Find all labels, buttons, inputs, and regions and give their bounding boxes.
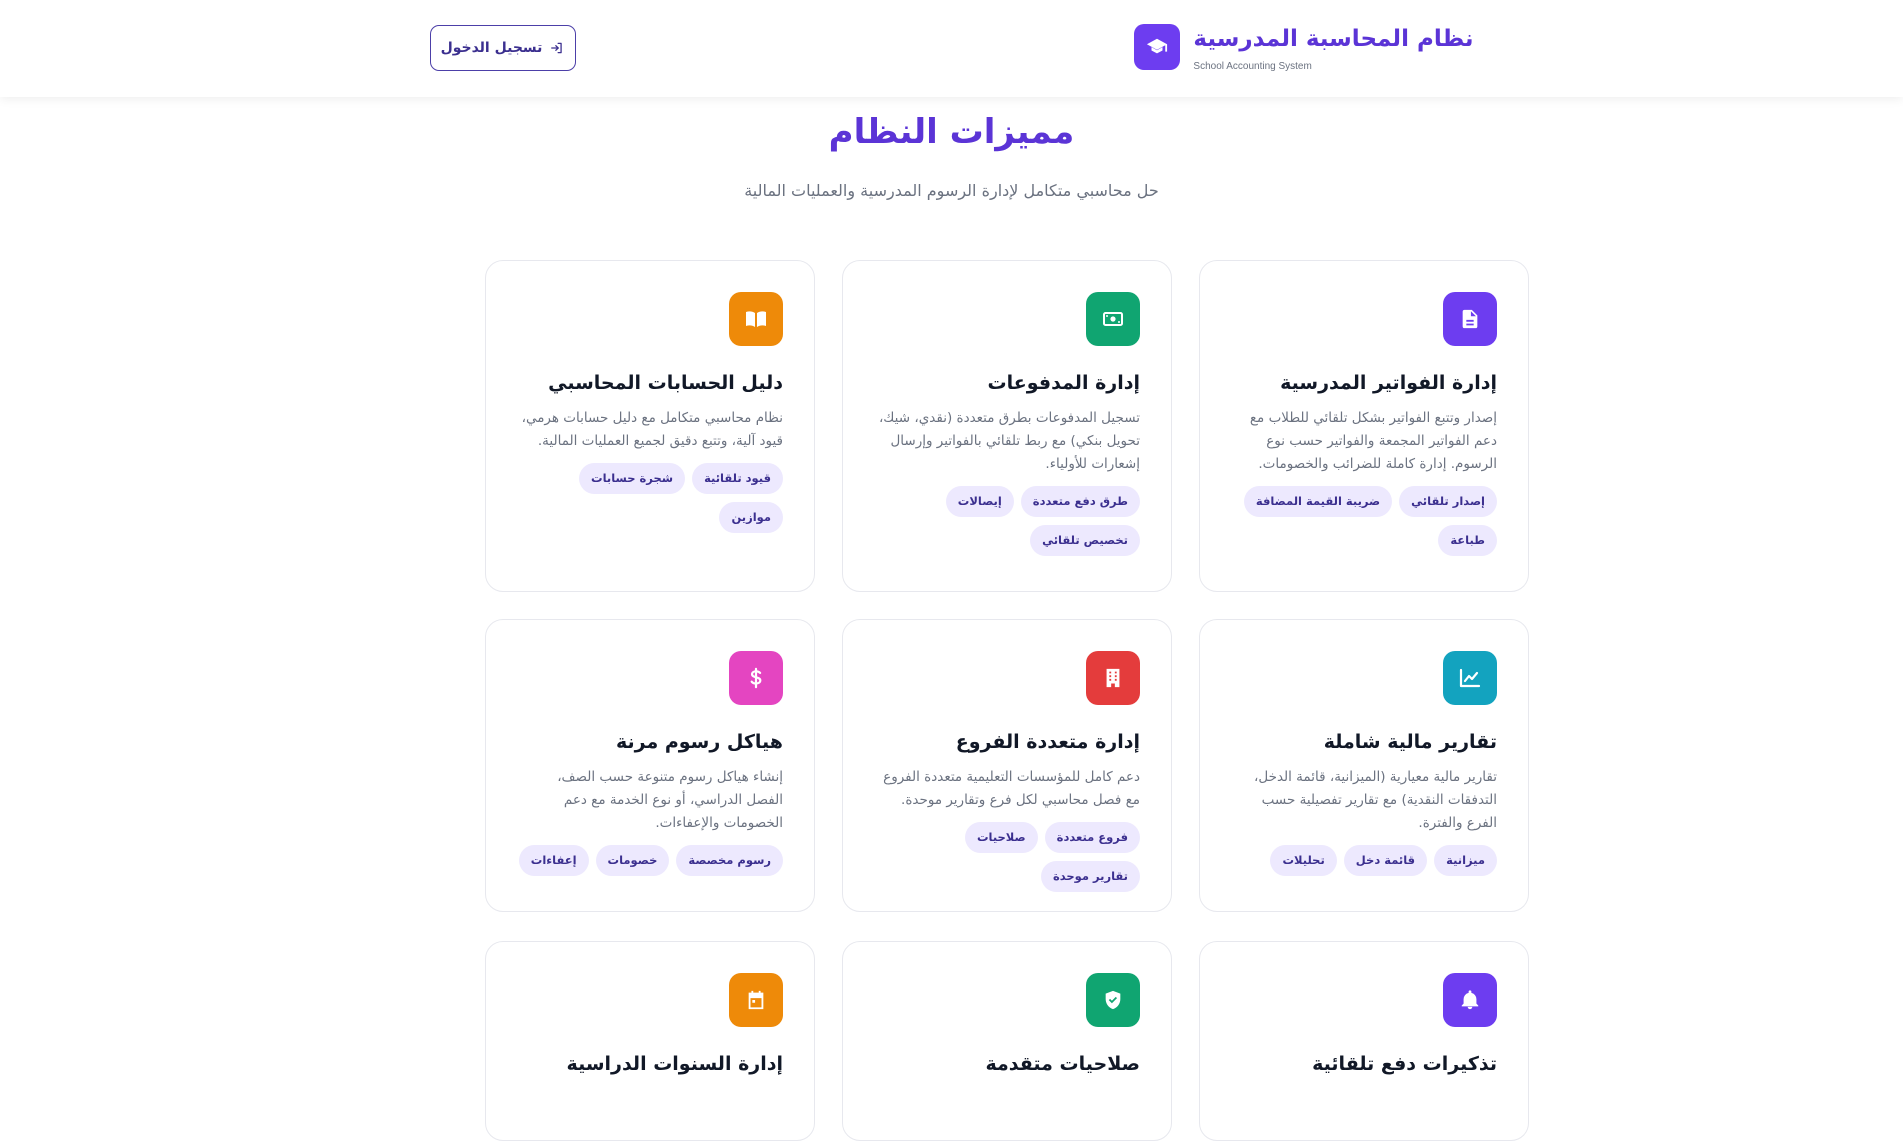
brand-text: نظام المحاسبة المدرسية School Accounting… [1193,24,1473,72]
brand[interactable]: نظام المحاسبة المدرسية School Accounting… [1134,24,1474,72]
card-title: إدارة الفواتير المدرسية [1280,372,1497,394]
brand-title: نظام المحاسبة المدرسية [1193,26,1474,52]
tag: قائمة دخل [1343,845,1428,876]
tag: طرق دفع متعددة [1020,486,1140,517]
tag: رسوم مخصصة [676,845,783,876]
tag: صلاحيات [964,822,1038,853]
tag: تحليلات [1270,845,1337,876]
feature-card-financial-reports: تقارير مالية شاملة تقارير مالية معيارية … [1199,619,1529,912]
feature-card-permissions: صلاحيات متقدمة [842,941,1172,1141]
card-title: تذكيرات دفع تلقائية [1312,1053,1497,1075]
tag-list: إصدار تلقائي ضريبة القيمة المضافة طباعة [1231,486,1497,556]
card-description: تقارير مالية معيارية (الميزانية، قائمة ا… [1254,769,1497,831]
tag: فروع متعددة [1044,822,1140,853]
card-title: صلاحيات متقدمة [985,1053,1140,1075]
feature-card-invoices: إدارة الفواتير المدرسية إصدار وتتبع الفو… [1199,260,1529,592]
tag: إعفاءات [518,845,589,876]
login-icon [550,41,564,55]
document-icon [1443,292,1497,346]
tag-list: ميزانية قائمة دخل تحليلات [1231,845,1497,876]
tag: ميزانية [1434,845,1497,876]
tag: تخصيص تلقائي [1030,525,1140,556]
card-title: إدارة متعددة الفروع [955,731,1140,753]
tag: موازين [719,502,783,533]
card-title: إدارة السنوات الدراسية [566,1053,783,1075]
tag: تقارير موحدة [1040,861,1140,892]
feature-card-fee-structures: هياكل رسوم مرنة إنشاء هياكل رسوم متنوعة … [485,619,815,912]
feature-card-payments: إدارة المدفوعات تسجيل المدفوعات بطرق متع… [842,260,1172,592]
card-title: إدارة المدفوعات [987,372,1140,394]
card-description: نظام محاسبي متكامل مع دليل حسابات هرمي، … [521,410,783,449]
brand-subtitle: School Accounting System [1193,61,1312,72]
dollar-icon [729,651,783,705]
card-title: تقارير مالية شاملة [1323,731,1497,753]
login-button[interactable]: تسجيل الدخول [429,25,576,71]
tag: خصومات [595,845,670,876]
card-description: تسجيل المدفوعات بطرق متعددة (نقدي، شيك، … [878,410,1140,472]
book-icon [729,292,783,346]
features-title: مميزات النظام [828,112,1075,152]
chart-line-icon [1443,651,1497,705]
card-title: هياكل رسوم مرنة [615,731,783,753]
tag-list: فروع متعددة صلاحيات تقارير موحدة [874,822,1140,892]
tag: قيود تلقائية [692,463,783,494]
cash-icon [1086,292,1140,346]
top-header: نظام المحاسبة المدرسية School Accounting… [0,0,1903,97]
tag: إيصالات [945,486,1014,517]
tag-list: قيود تلقائية شجرة حسابات موازين [517,463,783,533]
feature-card-academic-years: إدارة السنوات الدراسية [485,941,815,1141]
features-subtitle: حل محاسبي متكامل لإدارة الرسوم المدرسية … [744,181,1159,200]
tag-list: رسوم مخصصة خصومات إعفاءات [517,845,783,876]
login-label: تسجيل الدخول [440,40,543,56]
tag: إصدار تلقائي [1399,486,1497,517]
building-icon [1086,651,1140,705]
tag: ضريبة القيمة المضافة [1243,486,1393,517]
card-description: دعم كامل للمؤسسات التعليمية متعددة الفرو… [883,769,1140,808]
card-description: إنشاء هياكل رسوم متنوعة حسب الصف، الفصل … [557,769,783,831]
header-container: نظام المحاسبة المدرسية School Accounting… [429,0,1474,97]
card-description: إصدار وتتبع الفواتير بشكل تلقائي للطلاب … [1249,410,1497,472]
tag: طباعة [1438,525,1497,556]
tag-list: طرق دفع متعددة إيصالات تخصيص تلقائي [874,486,1140,556]
feature-card-chart-of-accounts: دليل الحسابات المحاسبي نظام محاسبي متكام… [485,260,815,592]
bell-icon [1443,973,1497,1027]
feature-card-multi-branch: إدارة متعددة الفروع دعم كامل للمؤسسات ال… [842,619,1172,912]
shield-check-icon [1086,973,1140,1027]
graduation-cap-icon [1134,24,1181,70]
tag: شجرة حسابات [579,463,686,494]
calendar-icon [729,973,783,1027]
card-title: دليل الحسابات المحاسبي [548,372,783,394]
feature-card-payment-reminders: تذكيرات دفع تلقائية [1199,941,1529,1141]
